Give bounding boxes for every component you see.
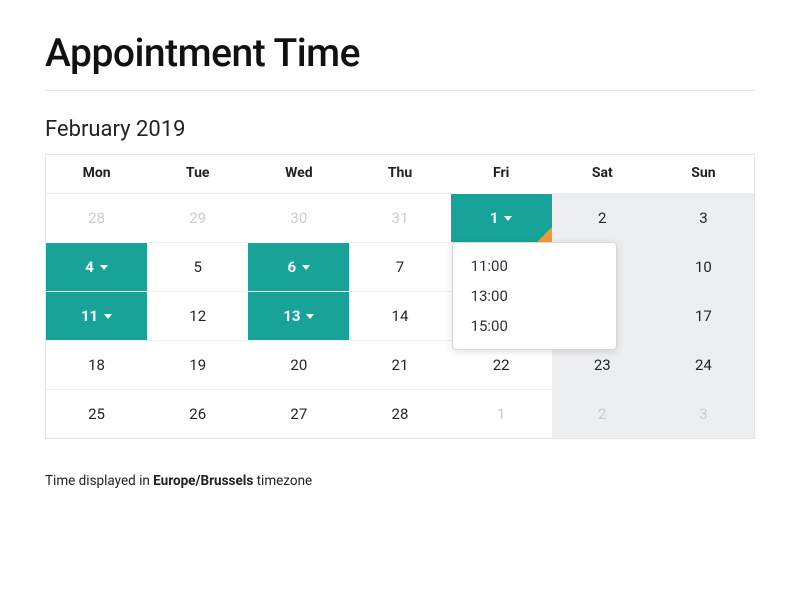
- weekday-label: Fri: [493, 165, 509, 181]
- day-cell: 2: [552, 193, 653, 242]
- weekday-label: Thu: [388, 165, 412, 181]
- day-cell: 1: [451, 389, 552, 438]
- timezone-note: Time displayed in Europe/Brussels timezo…: [45, 473, 755, 489]
- day-number: 4: [85, 258, 94, 276]
- day-number: 29: [189, 209, 206, 227]
- time-slot[interactable]: 13:00: [453, 281, 616, 311]
- calendar-row: 45678910: [46, 242, 754, 291]
- day-cell: 28: [349, 389, 450, 438]
- day-cell: 3: [653, 193, 754, 242]
- weekday-header: Wed: [248, 155, 349, 193]
- day-cell: 7: [349, 242, 450, 291]
- day-number: 12: [189, 307, 206, 325]
- chevron-down-icon: [504, 216, 512, 221]
- day-cell: 10: [653, 242, 754, 291]
- calendar-row: 11121314151617: [46, 291, 754, 340]
- day-number: 3: [699, 405, 707, 423]
- day-cell-available[interactable]: 1: [451, 193, 552, 242]
- day-cell: 29: [147, 193, 248, 242]
- day-cell: 5: [147, 242, 248, 291]
- day-cell: 26: [147, 389, 248, 438]
- tz-suffix: timezone: [253, 473, 312, 489]
- calendar: MonTueWedThuFriSatSun 282930311234567891…: [45, 154, 755, 439]
- chevron-down-icon: [100, 265, 108, 270]
- tz-name: Europe/Brussels: [153, 473, 253, 489]
- tz-prefix: Time displayed in: [45, 473, 153, 489]
- day-cell: 19: [147, 340, 248, 389]
- day-cell-available[interactable]: 4: [46, 242, 147, 291]
- day-number: 26: [189, 405, 206, 423]
- chevron-down-icon: [302, 265, 310, 270]
- day-number: 17: [695, 307, 712, 325]
- day-cell: 2: [552, 389, 653, 438]
- time-slot-popover: 11:0013:0015:00: [452, 242, 617, 350]
- day-cell: 27: [248, 389, 349, 438]
- day-cell: 18: [46, 340, 147, 389]
- day-cell: 28: [46, 193, 147, 242]
- day-number: 1: [497, 405, 505, 423]
- day-cell: 14: [349, 291, 450, 340]
- day-number: 6: [288, 258, 297, 276]
- day-cell: 3: [653, 389, 754, 438]
- day-number: 31: [392, 209, 409, 227]
- day-cell-available[interactable]: 6: [248, 242, 349, 291]
- weekday-header: Fri: [451, 155, 552, 193]
- day-number: 30: [290, 209, 307, 227]
- calendar-row: 18 19 20 21 22 23 24: [46, 340, 754, 389]
- day-number: 2: [598, 209, 606, 227]
- calendar-row: 28 29 30 31 1 2 3: [46, 193, 754, 242]
- weekday-label: Sat: [592, 165, 613, 181]
- weekday-header: Mon: [46, 155, 147, 193]
- day-number: 28: [88, 209, 105, 227]
- divider: [45, 90, 755, 91]
- day-number: 1: [490, 209, 499, 227]
- weekday-header: Sun: [653, 155, 754, 193]
- day-cell: 21: [349, 340, 450, 389]
- day-number: 11: [81, 307, 98, 325]
- day-number: 22: [493, 356, 510, 374]
- day-number: 13: [283, 307, 300, 325]
- day-number: 23: [594, 356, 611, 374]
- page-title: Appointment Time: [45, 30, 755, 76]
- weekday-header: Sat: [552, 155, 653, 193]
- day-cell: 12: [147, 291, 248, 340]
- day-number: 20: [290, 356, 307, 374]
- weekday-header-row: Mon Tue Wed Thu Fri Sat Sun: [46, 155, 754, 193]
- time-slot[interactable]: 15:00: [453, 311, 616, 341]
- chevron-down-icon: [104, 314, 112, 319]
- day-cell: 31: [349, 193, 450, 242]
- day-number: 25: [88, 405, 105, 423]
- day-cell-available[interactable]: 11: [46, 291, 147, 340]
- day-number: 28: [392, 405, 409, 423]
- weekday-label: Wed: [285, 165, 312, 181]
- weekday-label: Tue: [186, 165, 210, 181]
- calendar-row: 25 26 27 28 1 2 3: [46, 389, 754, 438]
- day-number: 27: [290, 405, 307, 423]
- day-cell: 30: [248, 193, 349, 242]
- day-number: 7: [396, 258, 404, 276]
- day-cell: 20: [248, 340, 349, 389]
- day-number: 10: [695, 258, 712, 276]
- day-number: 5: [193, 258, 201, 276]
- weekday-header: Tue: [147, 155, 248, 193]
- day-number: 14: [392, 307, 409, 325]
- day-cell: 24: [653, 340, 754, 389]
- time-slot[interactable]: 11:00: [453, 251, 616, 281]
- day-cell-available[interactable]: 13: [248, 291, 349, 340]
- weekday-header: Thu: [349, 155, 450, 193]
- day-number: 24: [695, 356, 712, 374]
- day-number: 18: [88, 356, 105, 374]
- weekday-label: Mon: [83, 165, 111, 181]
- day-number: 19: [189, 356, 206, 374]
- day-number: 3: [699, 209, 707, 227]
- day-number: 2: [598, 405, 606, 423]
- day-cell: 25: [46, 389, 147, 438]
- month-label: February 2019: [45, 117, 755, 142]
- weekday-label: Sun: [691, 165, 715, 181]
- day-number: 21: [392, 356, 409, 374]
- chevron-down-icon: [306, 314, 314, 319]
- day-cell: 17: [653, 291, 754, 340]
